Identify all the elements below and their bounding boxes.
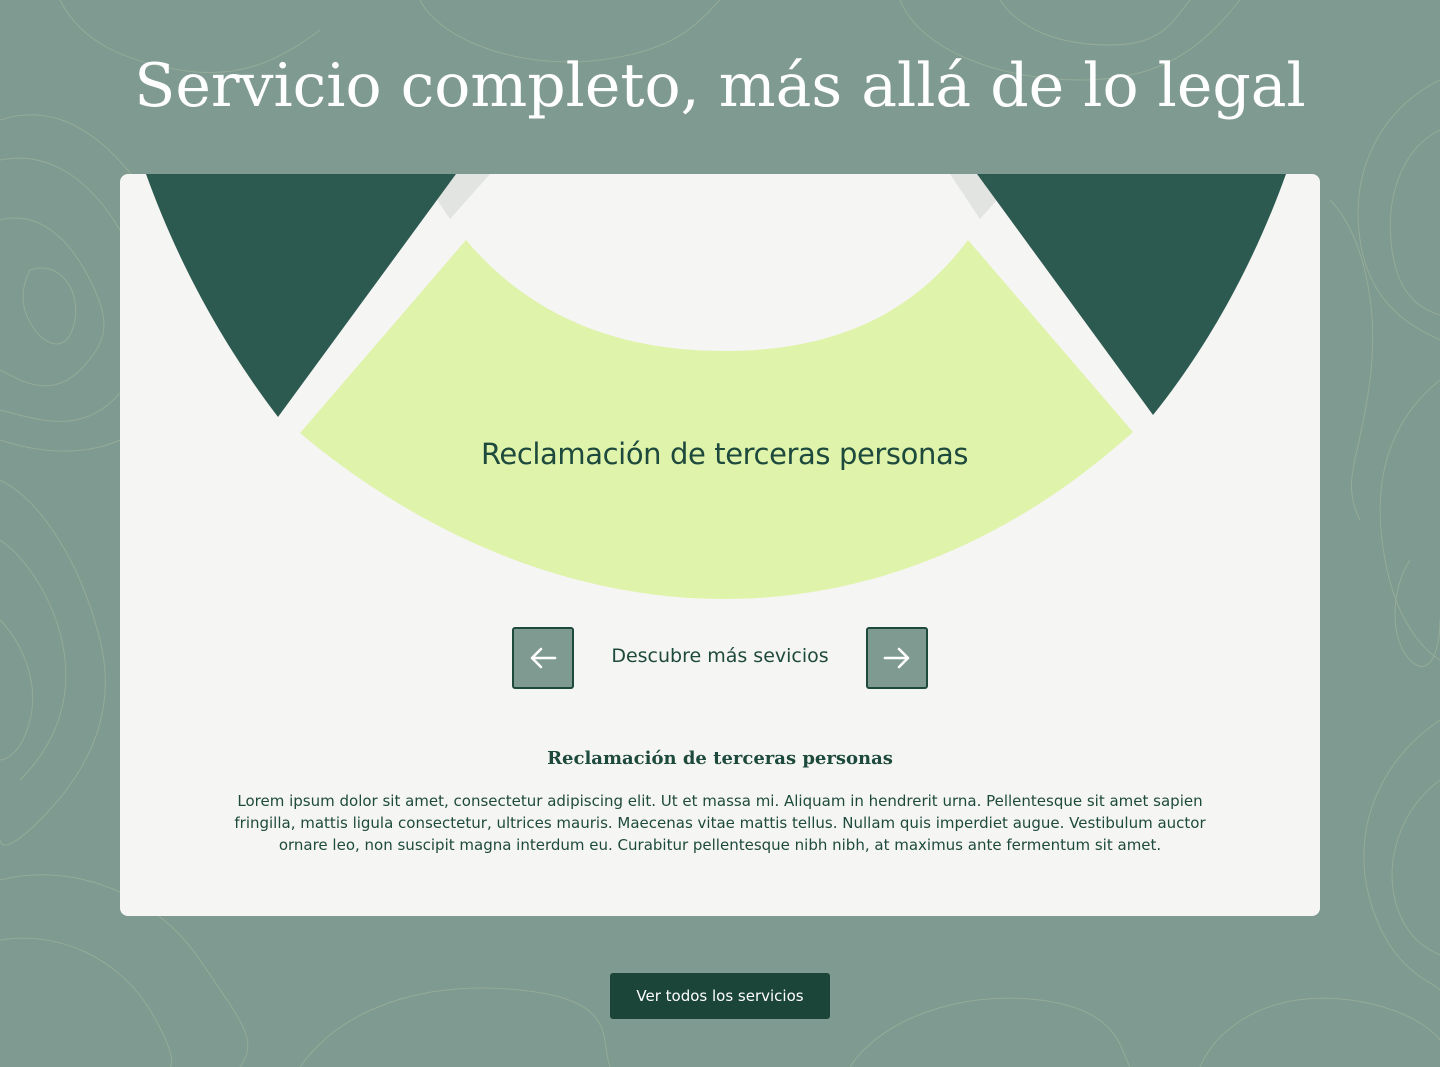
view-all-services-button[interactable]: Ver todos los servicios	[610, 973, 830, 1019]
wheel-segment-active[interactable]	[300, 240, 1133, 599]
services-section: Servicio completo, más allá de lo legal …	[0, 0, 1440, 1067]
next-service-button[interactable]	[866, 627, 928, 689]
services-wheel	[146, 174, 1286, 599]
page-title: Servicio completo, más allá de lo legal	[134, 51, 1306, 121]
carousel-nav-label: Descubre más sevicios	[611, 645, 829, 667]
service-description-text: Lorem ipsum dolor sit amet, consectetur …	[234, 792, 1206, 854]
services-carousel-card: Reclamación de terceras personas Descubr…	[120, 174, 1320, 916]
service-description-title: Reclamación de terceras personas	[547, 748, 893, 769]
active-segment-label: Reclamación de terceras personas	[480, 437, 969, 471]
previous-service-button[interactable]	[512, 627, 574, 689]
arrow-left-icon	[530, 647, 557, 669]
carousel-nav: Descubre más sevicios	[512, 627, 928, 691]
arrow-right-icon	[883, 647, 910, 669]
